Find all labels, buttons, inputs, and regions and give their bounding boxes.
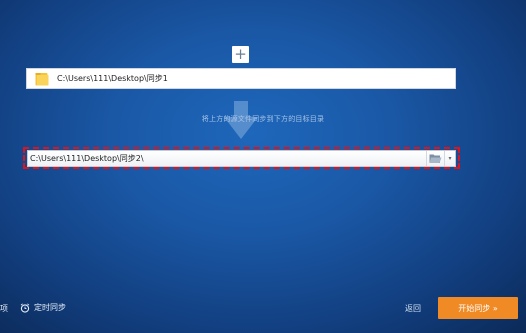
sync-hint: 将上方的源文件同步到下方的目标目录	[201, 115, 325, 123]
schedule-sync-button[interactable]: 定时同步	[20, 302, 66, 313]
browse-button[interactable]	[426, 151, 444, 166]
target-dropdown-button[interactable]: ▾	[444, 151, 455, 166]
options-link-partial[interactable]: 项	[0, 303, 8, 314]
back-button[interactable]: 返回	[405, 303, 421, 314]
add-source-button[interactable]: +	[232, 46, 249, 63]
plus-icon: +	[234, 45, 247, 63]
chevron-down-icon: ▾	[448, 155, 452, 162]
alarm-clock-icon	[20, 302, 30, 313]
start-sync-label: 开始同步 »	[458, 303, 498, 313]
source-path-text: C:\Users\111\Desktop\同步1	[57, 74, 168, 83]
folder-icon	[35, 72, 49, 85]
open-folder-icon	[429, 154, 442, 163]
target-path-input[interactable]	[28, 151, 426, 166]
schedule-sync-label: 定时同步	[34, 303, 66, 312]
target-path-field[interactable]: ▾	[27, 150, 456, 167]
start-sync-button[interactable]: 开始同步 »	[438, 297, 518, 319]
source-path-field[interactable]: C:\Users\111\Desktop\同步1	[26, 68, 456, 89]
